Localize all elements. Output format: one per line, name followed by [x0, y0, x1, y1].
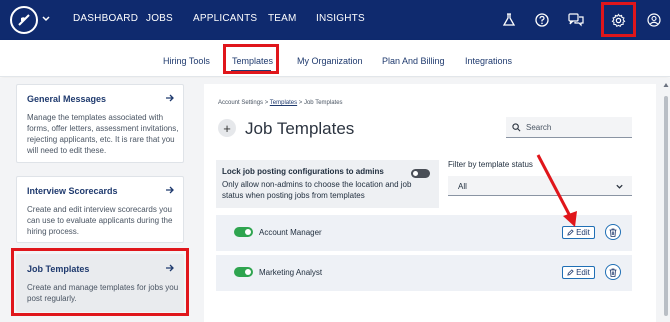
card-description: Manage the templates associated with for… — [27, 113, 179, 155]
scrollbar-thumb[interactable] — [664, 96, 668, 316]
job-templates-highlight-box — [11, 248, 189, 316]
pencil-icon — [567, 269, 574, 276]
delete-template-button[interactable] — [605, 264, 621, 280]
breadcrumb-current: Job Templates — [303, 100, 343, 106]
template-row: Account Manager Edit — [216, 215, 632, 251]
arrow-right-icon — [166, 94, 174, 102]
scroll-up-icon[interactable] — [663, 82, 669, 88]
user-icon[interactable] — [644, 10, 664, 30]
template-active-toggle[interactable] — [234, 267, 253, 277]
edit-template-button[interactable]: Edit — [562, 266, 595, 279]
breadcrumb-account-settings[interactable]: Account Settings — [218, 100, 263, 106]
card-general-messages[interactable]: General Messages Manage the templates as… — [16, 84, 184, 163]
search-field[interactable] — [506, 117, 632, 138]
card-description: Create and edit interview scorecards you… — [27, 205, 173, 236]
filter-label: Filter by template status — [448, 160, 533, 169]
search-icon — [512, 122, 521, 131]
template-name: Marketing Analyst — [259, 268, 323, 277]
nav-applicants[interactable]: APPLICANTS — [193, 13, 257, 24]
tab-plan-and-billing[interactable]: Plan And Billing — [382, 56, 445, 66]
job-templates-panel: Account Settings > Templates > Job Templ… — [204, 84, 656, 322]
template-status-select[interactable]: All — [448, 176, 632, 196]
settings-subnav: Hiring Tools Templates My Organization P… — [0, 40, 670, 77]
card-title: Interview Scorecards — [27, 186, 118, 196]
arrow-right-icon — [166, 186, 174, 194]
template-name: Account Manager — [259, 228, 322, 237]
card-interview-scorecards[interactable]: Interview Scorecards Create and edit int… — [16, 176, 184, 243]
nav-jobs[interactable]: JOBS — [146, 13, 173, 24]
nav-dashboard[interactable]: DASHBOARD — [73, 13, 138, 24]
template-active-toggle[interactable] — [234, 227, 253, 237]
breadcrumb-templates-link[interactable]: Templates — [270, 100, 297, 106]
main-content: Account Settings > Templates > Job Templ… — [200, 78, 670, 322]
search-input[interactable] — [526, 122, 626, 132]
lock-config-toggle[interactable] — [411, 169, 430, 178]
page-title: Job Templates — [245, 119, 355, 138]
pencil-icon — [567, 229, 574, 236]
top-navigation-bar: DASHBOARD JOBS APPLICANTS TEAM INSIGHTS — [0, 0, 670, 40]
tab-hiring-tools[interactable]: Hiring Tools — [163, 56, 210, 66]
edit-template-button[interactable]: Edit — [562, 226, 595, 239]
breadcrumb-separator: > — [263, 100, 270, 106]
edit-label: Edit — [576, 228, 590, 237]
breadcrumb-separator: > — [297, 100, 304, 106]
gear-highlight-box — [601, 2, 636, 37]
add-template-button[interactable]: + — [218, 119, 236, 137]
nav-insights[interactable]: INSIGHTS — [316, 13, 365, 24]
chevron-down-icon[interactable] — [41, 14, 51, 24]
nav-team[interactable]: TEAM — [268, 13, 297, 24]
tab-my-organization[interactable]: My Organization — [297, 56, 363, 66]
edit-label: Edit — [576, 268, 590, 277]
chat-icon[interactable] — [566, 10, 586, 30]
filter-selected-value: All — [458, 182, 467, 191]
template-row: Marketing Analyst Edit — [216, 255, 632, 291]
chevron-down-icon — [616, 184, 623, 189]
flask-icon[interactable] — [499, 10, 519, 30]
tab-integrations[interactable]: Integrations — [465, 56, 512, 66]
trash-icon — [609, 228, 617, 237]
lock-config-description: Only allow non-admins to choose the loca… — [222, 180, 412, 200]
breadcrumb: Account Settings > Templates > Job Templ… — [218, 100, 343, 106]
trash-icon — [609, 268, 617, 277]
card-title: General Messages — [27, 94, 107, 104]
lock-config-panel: Lock job posting configurations to admin… — [216, 160, 439, 208]
lock-config-title: Lock job posting configurations to admin… — [222, 167, 384, 176]
help-icon[interactable] — [532, 10, 552, 30]
delete-template-button[interactable] — [605, 224, 621, 240]
logo-icon[interactable] — [10, 6, 38, 34]
templates-highlight-box — [223, 44, 279, 74]
